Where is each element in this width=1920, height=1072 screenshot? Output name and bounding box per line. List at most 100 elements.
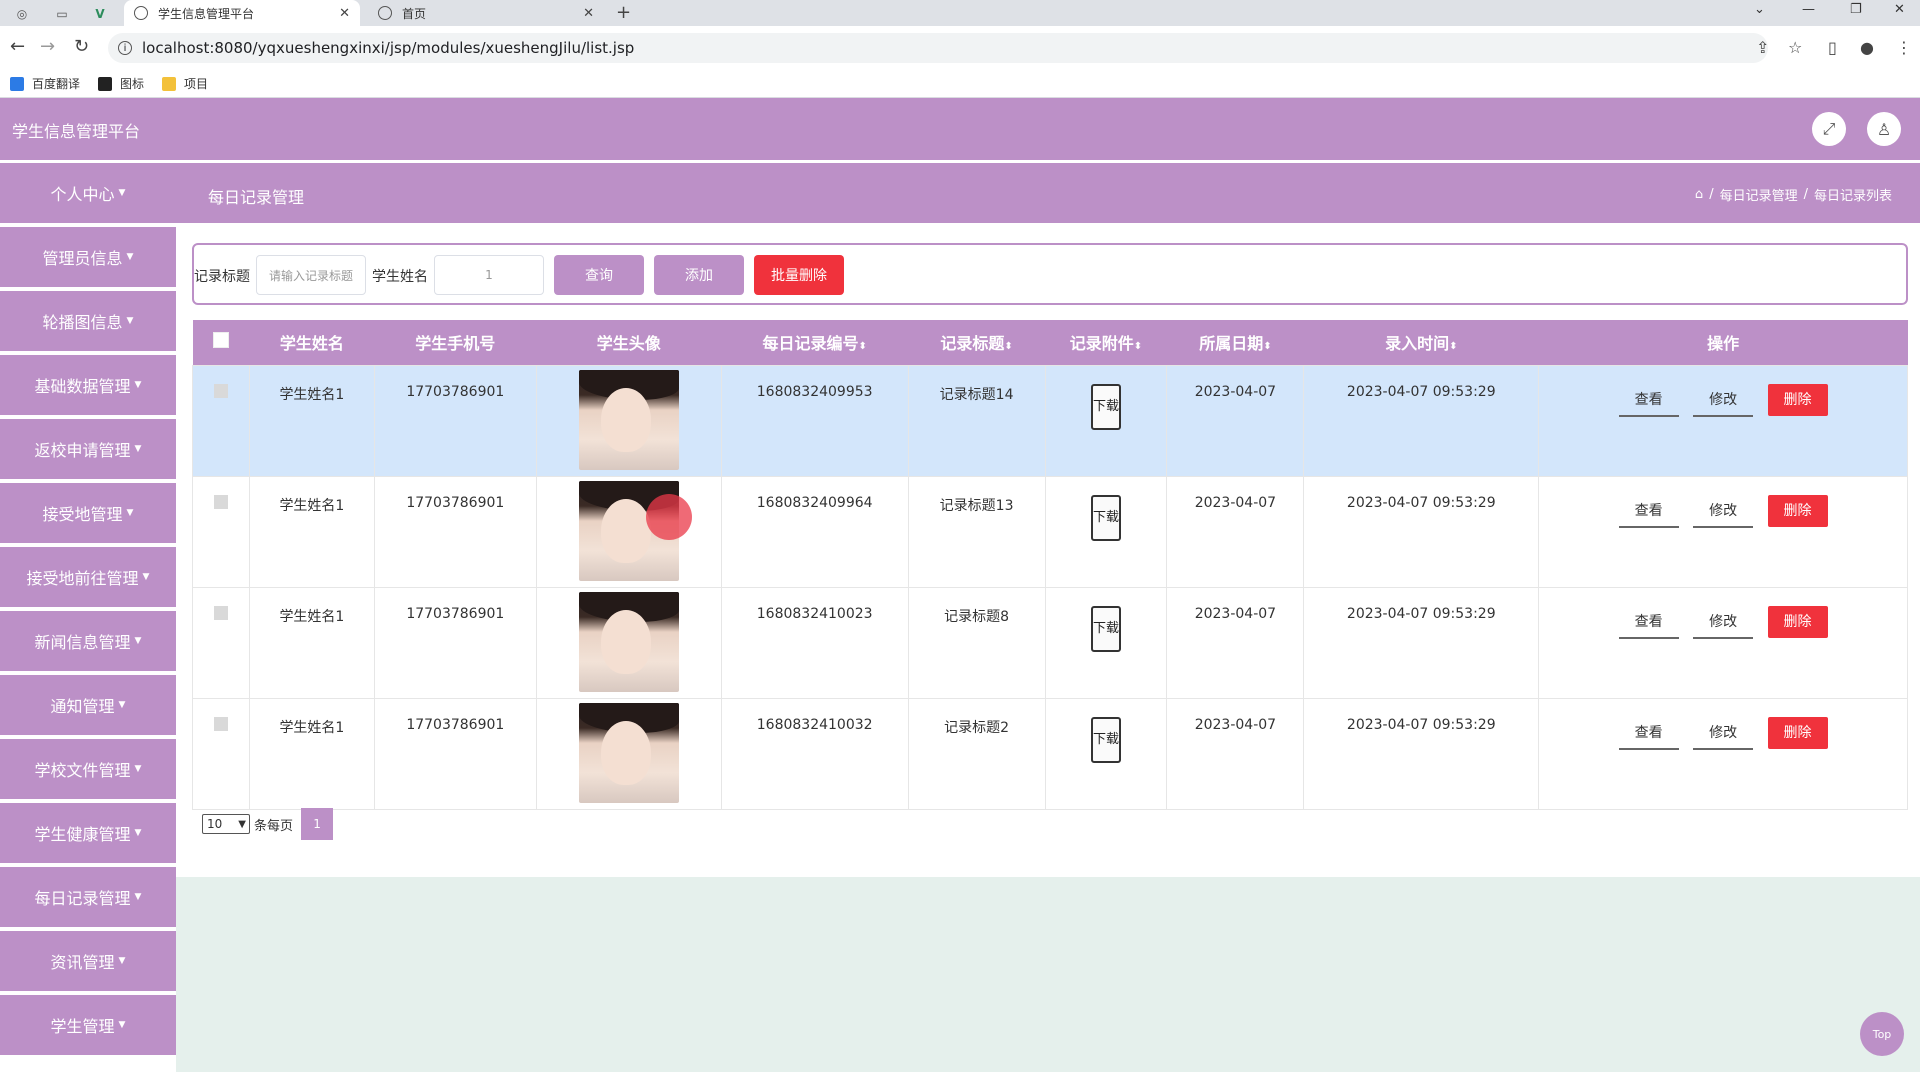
bookmark-item[interactable]: 项目 <box>162 75 208 92</box>
restore-button[interactable]: ❐ <box>1850 2 1862 17</box>
bookmark-star-icon[interactable]: ☆ <box>1788 38 1802 57</box>
bookmark-item[interactable]: 百度翻译 <box>10 75 80 92</box>
column-header-sortable[interactable]: 每日记录编号⬍ <box>721 320 909 365</box>
edit-button[interactable]: 修改 <box>1693 607 1754 639</box>
student-phone: 17703786901 <box>373 475 537 588</box>
share-icon[interactable]: ⇪ <box>1756 38 1769 57</box>
view-button[interactable]: 查看 <box>1618 385 1679 417</box>
records-table: 学生姓名 学生手机号 学生头像 每日记录编号⬍ 记录标题⬍ 记录附件⬍ 所属日期… <box>192 320 1908 810</box>
delete-button[interactable]: 删除 <box>1767 716 1828 749</box>
edit-button[interactable]: 修改 <box>1693 496 1754 528</box>
column-header: 操作 <box>1538 320 1908 365</box>
forward-icon[interactable]: → <box>40 36 55 57</box>
sidebar-item-admin[interactable]: 管理员信息 ▼ <box>0 227 176 287</box>
delete-button[interactable]: 删除 <box>1767 494 1828 527</box>
sidebar-item-receiving-place-visit[interactable]: 接受地前往管理 ▼ <box>0 547 176 607</box>
column-header: 学生姓名 <box>249 320 375 365</box>
url-field[interactable]: i localhost:8080/yqxueshengxinxi/jsp/mod… <box>108 33 1768 63</box>
view-button[interactable]: 查看 <box>1618 496 1679 528</box>
edit-button[interactable]: 修改 <box>1693 718 1754 750</box>
image-icon <box>98 76 113 91</box>
student-name: 学生姓名1 <box>248 697 375 810</box>
sidebar-item-student[interactable]: 学生管理 ▼ <box>0 995 176 1055</box>
page-title: 每日记录管理 <box>208 188 305 207</box>
table-row[interactable]: 学生姓名1 17703786901 1680832410032 记录标题2 下载… <box>192 697 1908 810</box>
record-date: 2023-04-07 <box>1166 697 1305 810</box>
view-button[interactable]: 查看 <box>1618 607 1679 639</box>
name-input[interactable]: 1 <box>434 255 544 295</box>
profile-icon[interactable]: ● <box>1860 38 1874 57</box>
download-button[interactable]: 下载 <box>1090 383 1121 430</box>
vue-icon[interactable]: V <box>86 3 114 25</box>
new-tab-button[interactable]: + <box>616 2 631 23</box>
fullscreen-icon[interactable]: ⤢ <box>1812 112 1846 146</box>
close-window-button[interactable]: ✕ <box>1894 2 1905 17</box>
sidebar-item-notice[interactable]: 通知管理 ▼ <box>0 675 176 735</box>
blank-tab-icon[interactable]: ▭ <box>48 3 76 25</box>
view-button[interactable]: 查看 <box>1618 718 1679 750</box>
student-phone: 17703786901 <box>373 697 537 810</box>
select-all-header <box>192 320 250 365</box>
select-all-checkbox[interactable] <box>212 332 229 349</box>
bookmark-item[interactable]: 图标 <box>98 75 144 92</box>
student-avatar[interactable] <box>578 591 679 692</box>
sidebar-item-information[interactable]: 资讯管理 ▼ <box>0 931 176 991</box>
page-size-select[interactable]: 10 ▼ <box>202 814 250 834</box>
add-button[interactable]: 添加 <box>654 255 744 295</box>
info-icon[interactable]: i <box>118 41 132 55</box>
student-name: 学生姓名1 <box>248 475 375 588</box>
sidebar-item-return-application[interactable]: 返校申请管理 ▼ <box>0 419 176 479</box>
close-tab-icon[interactable]: ✕ <box>339 6 350 21</box>
browser-tab-bar: ◎ ▭ V 学生信息管理平台 ✕ 首页 ✕ + ⌄ — ❐ ✕ <box>0 0 1920 26</box>
breadcrumb-item[interactable]: 每日记录管理 <box>1720 185 1798 204</box>
tab-search-icon[interactable]: ⌄ <box>1754 2 1765 17</box>
edit-button[interactable]: 修改 <box>1693 385 1754 417</box>
sidebar-item-carousel[interactable]: 轮播图信息 ▼ <box>0 291 176 351</box>
caret-down-icon: ▼ <box>134 764 142 774</box>
batch-delete-button[interactable]: 批量删除 <box>754 255 844 295</box>
reload-icon[interactable]: ↻ <box>74 36 89 57</box>
minimize-button[interactable]: — <box>1802 2 1815 17</box>
download-button[interactable]: 下载 <box>1090 494 1121 541</box>
row-checkbox[interactable] <box>213 494 228 509</box>
column-header-sortable[interactable]: 录入时间⬍ <box>1303 320 1539 365</box>
student-avatar[interactable] <box>578 702 679 803</box>
title-input[interactable]: 请输入记录标题 <box>256 255 366 295</box>
browser-tab-title: 学生信息管理平台 <box>158 6 255 21</box>
row-checkbox[interactable] <box>213 716 228 731</box>
sidebar-item-daily-record[interactable]: 每日记录管理 ▼ <box>0 867 176 927</box>
sidebar-item-base-data[interactable]: 基础数据管理 ▼ <box>0 355 176 415</box>
student-avatar[interactable] <box>578 369 679 470</box>
page-button[interactable]: 1 <box>301 808 334 840</box>
sidebar: 个人中心 ▼ 管理员信息 ▼ 轮播图信息 ▼ 基础数据管理 ▼ 返校申请管理 ▼ 接受地管… <box>0 163 176 1059</box>
sidebar-item-news[interactable]: 新闻信息管理 ▼ <box>0 611 176 671</box>
delete-button[interactable]: 删除 <box>1767 383 1828 416</box>
query-button[interactable]: 查询 <box>554 255 644 295</box>
side-panel-icon[interactable]: ▯ <box>1828 38 1837 57</box>
sidebar-item-student-health[interactable]: 学生健康管理 ▼ <box>0 803 176 863</box>
close-tab-icon[interactable]: ✕ <box>583 6 594 21</box>
delete-button[interactable]: 删除 <box>1767 605 1828 638</box>
table-row[interactable]: 学生姓名1 17703786901 1680832409953 记录标题14 下… <box>192 364 1908 477</box>
table-row[interactable]: 学生姓名1 17703786901 1680832410023 记录标题8 下载… <box>192 586 1908 699</box>
column-header-sortable[interactable]: 记录标题⬍ <box>908 320 1046 365</box>
row-checkbox[interactable] <box>213 383 228 398</box>
column-header-sortable[interactable]: 记录附件⬍ <box>1045 320 1167 365</box>
row-checkbox[interactable] <box>213 605 228 620</box>
table-row[interactable]: 学生姓名1 17703786901 1680832409964 记录标题13 下… <box>192 475 1908 588</box>
browser-tab[interactable]: 首页 ✕ <box>368 0 604 26</box>
home-icon[interactable]: ⌂ <box>1695 187 1703 202</box>
menu-icon[interactable]: ⋮ <box>1896 38 1912 57</box>
sidebar-item-school-files[interactable]: 学校文件管理 ▼ <box>0 739 176 799</box>
download-button[interactable]: 下载 <box>1090 605 1121 652</box>
globe-icon[interactable]: ◎ <box>8 3 36 25</box>
site-icon <box>378 6 392 20</box>
user-icon[interactable]: ♙ <box>1867 112 1901 146</box>
browser-tab-active[interactable]: 学生信息管理平台 ✕ <box>124 0 360 26</box>
sidebar-item-personal-center[interactable]: 个人中心 ▼ <box>0 163 176 223</box>
back-to-top-button[interactable]: Top <box>1860 1012 1904 1056</box>
column-header-sortable[interactable]: 所属日期⬍ <box>1166 320 1304 365</box>
back-icon[interactable]: ← <box>10 36 25 57</box>
sidebar-item-receiving-place[interactable]: 接受地管理 ▼ <box>0 483 176 543</box>
download-button[interactable]: 下载 <box>1090 716 1121 763</box>
